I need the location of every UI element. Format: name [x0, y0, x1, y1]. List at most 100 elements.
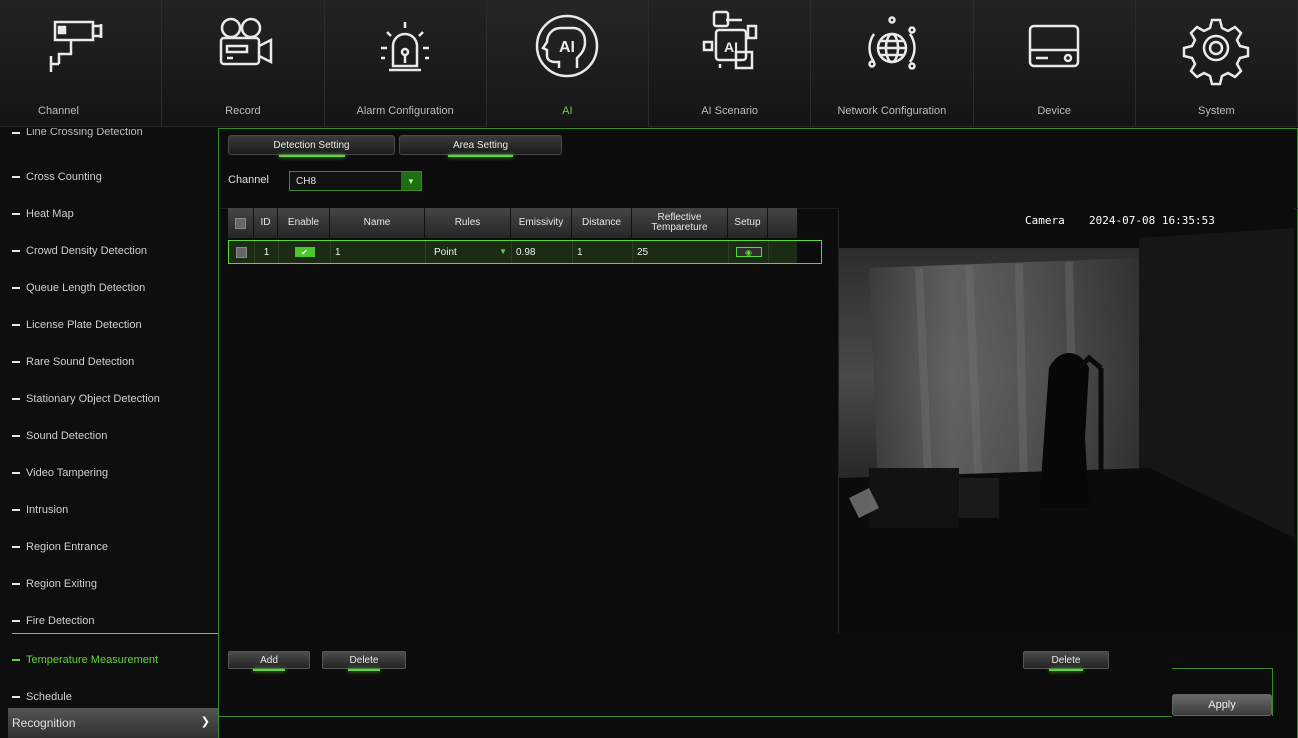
gear-icon — [1171, 6, 1261, 90]
recognition-dropdown[interactable]: Recognition ❯ — [8, 708, 218, 738]
recognition-label: Recognition — [12, 716, 76, 730]
row-spacer — [769, 241, 797, 263]
header-spacer — [768, 208, 798, 238]
ai-scenario-icon: AI — [685, 6, 775, 90]
nav-label-record: Record — [225, 105, 261, 117]
sidebar-item-region-entrance[interactable]: Region Entrance — [0, 528, 218, 565]
sidebar-item-crowd-density-detection[interactable]: Crowd Density Detection — [0, 232, 218, 269]
dash-icon — [12, 582, 20, 585]
table-row[interactable]: 1 ✔ 1 Point ▼ 0.98 1 25 ◉ — [228, 240, 822, 264]
nav-item-device[interactable]: Device — [974, 0, 1136, 127]
select-all-checkbox[interactable] — [235, 217, 246, 229]
sidebar: Line Crossing Detection Cross Counting H… — [0, 128, 219, 738]
header-distance: Distance — [572, 208, 632, 238]
svg-text:AI: AI — [724, 39, 738, 55]
dash-icon — [12, 471, 20, 474]
row-distance-input[interactable]: 1 — [573, 241, 633, 263]
table-header-row: ID Enable Name Rules Emissivity Distance… — [228, 208, 822, 238]
nav-item-network-configuration[interactable]: Network Configuration — [811, 0, 974, 127]
sidebar-item-label: Temperature Measurement — [26, 653, 159, 666]
sidebar-item-region-exiting[interactable]: Region Exiting — [0, 565, 218, 602]
setup-gear-icon[interactable]: ◉ — [735, 247, 762, 257]
channel-select-value: CH8 — [296, 175, 317, 187]
apply-frame-right — [1272, 668, 1273, 716]
sidebar-active-underline — [12, 633, 218, 634]
header-enable: Enable — [278, 208, 330, 238]
sidebar-item-stationary-object-detection[interactable]: Stationary Object Detection — [0, 380, 218, 417]
nav-item-channel[interactable]: Channel — [0, 0, 163, 127]
dash-icon — [12, 545, 20, 548]
sidebar-item-label: License Plate Detection — [26, 318, 142, 331]
row-setup-cell[interactable]: ◉ — [729, 241, 769, 263]
dash-icon — [12, 695, 20, 698]
sidebar-item-label: Rare Sound Detection — [26, 355, 135, 368]
sidebar-item-label: Schedule — [26, 690, 72, 703]
row-enable-cell[interactable]: ✔ — [279, 241, 331, 263]
sidebar-item-label: Sound Detection — [26, 429, 108, 442]
select-all-checkbox-cell[interactable] — [228, 208, 254, 238]
header-name: Name — [330, 208, 425, 238]
dash-icon — [12, 397, 20, 400]
sidebar-item-label: Video Tampering — [26, 466, 109, 479]
enable-checkbox[interactable]: ✔ — [294, 247, 315, 257]
main-panel-bottom-line — [218, 716, 1172, 717]
dash-icon — [12, 360, 20, 363]
sidebar-item-label: Line Crossing Detection — [26, 128, 143, 138]
row-checkbox-cell[interactable] — [229, 241, 255, 263]
nav-item-system[interactable]: System — [1136, 0, 1298, 127]
sidebar-item-label: Region Exiting — [26, 577, 97, 590]
nav-item-alarm-configuration[interactable]: Alarm Configuration — [325, 0, 487, 127]
camera-scene-image — [839, 208, 1294, 634]
dropdown-arrow-icon: ▼ — [499, 247, 507, 256]
sidebar-item-label: Intrusion — [26, 503, 69, 516]
nav-item-ai-scenario[interactable]: AI AI Scenario — [649, 0, 812, 127]
add-button[interactable]: Add — [228, 651, 310, 671]
apply-button[interactable]: Apply — [1172, 694, 1272, 716]
row-reflective-temperature-input[interactable]: 25 — [633, 241, 729, 263]
dash-icon — [12, 286, 20, 289]
dash-icon — [12, 212, 20, 215]
header-setup: Setup — [728, 208, 768, 238]
dash-icon — [12, 249, 20, 252]
dash-icon — [12, 434, 20, 437]
dash-icon — [12, 132, 20, 134]
header-id: ID — [254, 208, 278, 238]
row-rules-select[interactable]: Point ▼ — [426, 241, 512, 263]
sidebar-item-license-plate-detection[interactable]: License Plate Detection — [0, 306, 218, 343]
row-checkbox[interactable] — [236, 246, 247, 258]
nav-label-ai-scenario: AI Scenario — [701, 105, 759, 117]
sidebar-item-line-crossing-detection[interactable]: Line Crossing Detection — [0, 128, 218, 140]
header-emissivity: Emissivity — [511, 208, 572, 238]
camera-label: Camera — [1025, 214, 1065, 227]
row-name-input[interactable]: 1 — [331, 241, 426, 263]
sidebar-item-rare-sound-detection[interactable]: Rare Sound Detection — [0, 343, 218, 380]
nav-item-ai[interactable]: AI AI — [486, 0, 649, 127]
nav-item-record[interactable]: Record — [162, 0, 325, 127]
sidebar-item-label: Queue Length Detection — [26, 281, 146, 294]
nav-label-device: Device — [1037, 105, 1071, 117]
nav-label-system: System — [1198, 105, 1235, 117]
sidebar-item-label: Cross Counting — [26, 170, 102, 183]
sidebar-item-intrusion[interactable]: Intrusion — [0, 491, 218, 528]
channel-select[interactable]: CH8 ▼ — [289, 171, 422, 191]
globe-network-icon — [847, 6, 937, 90]
hard-drive-icon — [1009, 6, 1099, 90]
sidebar-item-sound-detection[interactable]: Sound Detection — [0, 417, 218, 454]
sidebar-item-label: Crowd Density Detection — [26, 244, 148, 257]
camera-preview[interactable]: Camera 2024-07-08 16:35:53 — [838, 208, 1294, 634]
sidebar-item-cross-counting[interactable]: Cross Counting — [0, 158, 218, 195]
preview-delete-button[interactable]: Delete — [1023, 651, 1109, 671]
nav-label-channel: Channel — [38, 105, 79, 117]
chevron-down-icon: ❯ — [200, 716, 210, 728]
ai-head-icon: AI — [522, 6, 612, 90]
dash-icon — [12, 175, 20, 178]
sidebar-item-temperature-measurement[interactable]: Temperature Measurement — [0, 641, 218, 678]
tab-area-setting[interactable]: Area Setting — [399, 135, 562, 157]
sidebar-item-heat-map[interactable]: Heat Map — [0, 195, 218, 232]
tab-detection-setting[interactable]: Detection Setting — [228, 135, 395, 157]
row-emissivity-input[interactable]: 0.98 — [512, 241, 573, 263]
delete-button[interactable]: Delete — [322, 651, 406, 671]
sidebar-item-label: Fire Detection — [26, 614, 95, 627]
sidebar-item-queue-length-detection[interactable]: Queue Length Detection — [0, 269, 218, 306]
sidebar-item-video-tampering[interactable]: Video Tampering — [0, 454, 218, 491]
